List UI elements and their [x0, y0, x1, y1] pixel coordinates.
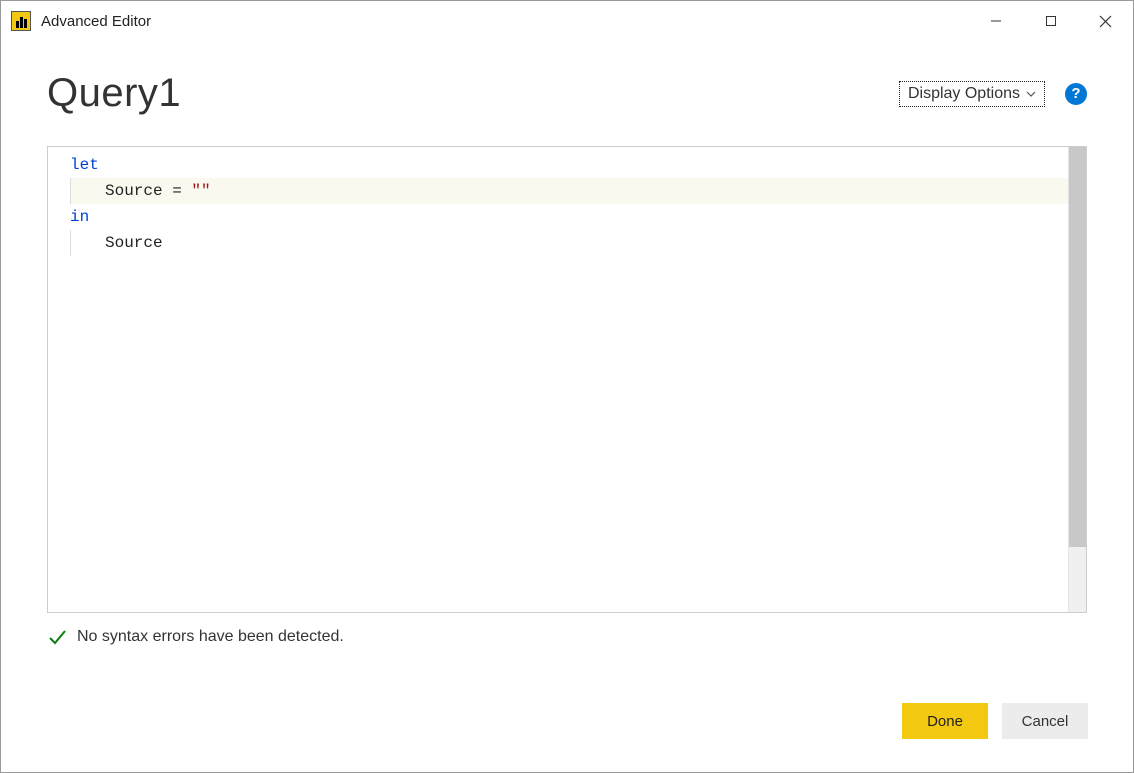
code-identifier: Source: [105, 234, 163, 252]
display-options-dropdown[interactable]: Display Options: [899, 81, 1045, 107]
close-button[interactable]: [1078, 1, 1133, 41]
cancel-button[interactable]: Cancel: [1002, 703, 1088, 739]
scrollbar-thumb[interactable]: [1069, 147, 1086, 547]
chevron-down-icon: [1026, 91, 1036, 97]
code-keyword: in: [70, 208, 89, 226]
vertical-scrollbar[interactable]: [1068, 147, 1086, 612]
help-icon[interactable]: ?: [1065, 83, 1087, 105]
done-button[interactable]: Done: [902, 703, 988, 739]
code-keyword: let: [70, 156, 99, 174]
content-area: Query1 Display Options ? let Source = ""…: [1, 41, 1133, 657]
header-right: Display Options ?: [899, 81, 1087, 107]
footer-buttons: Done Cancel: [902, 703, 1088, 739]
minimize-icon: [990, 15, 1002, 27]
window-controls: [968, 1, 1133, 41]
status-message: No syntax errors have been detected.: [77, 628, 344, 646]
status-bar: No syntax errors have been detected.: [47, 627, 1087, 647]
header-row: Query1 Display Options ?: [47, 71, 1087, 116]
titlebar: Advanced Editor: [1, 1, 1133, 41]
maximize-icon: [1045, 15, 1057, 27]
code-identifier: Source =: [105, 182, 191, 200]
minimize-button[interactable]: [968, 1, 1023, 41]
code-editor[interactable]: let Source = "" in Source: [47, 146, 1087, 613]
maximize-button[interactable]: [1023, 1, 1078, 41]
checkmark-icon: [47, 627, 67, 647]
display-options-label: Display Options: [908, 85, 1020, 103]
window-title: Advanced Editor: [41, 13, 151, 30]
close-icon: [1099, 15, 1112, 28]
app-icon: [11, 11, 31, 31]
code-string: "": [191, 182, 210, 200]
editor-text-area[interactable]: let Source = "" in Source: [48, 147, 1068, 612]
page-title: Query1: [47, 71, 181, 116]
